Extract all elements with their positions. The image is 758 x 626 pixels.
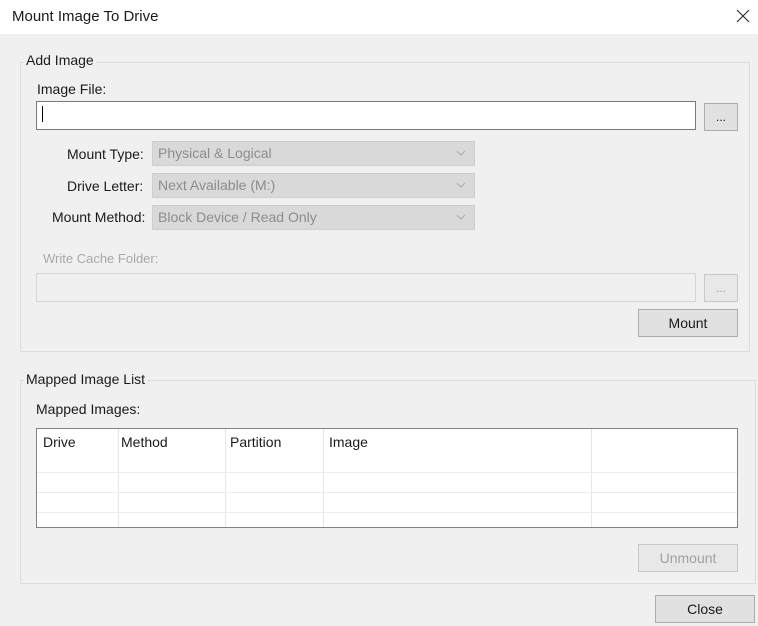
column-divider — [323, 429, 324, 527]
mount-method-value: Block Device / Read Only — [158, 209, 317, 225]
title-bar: Mount Image To Drive — [0, 0, 758, 34]
chevron-down-icon — [456, 214, 466, 220]
mapped-image-list-group-label: Mapped Image List — [24, 371, 148, 387]
drive-letter-value: Next Available (M:) — [158, 177, 276, 193]
add-image-group-label: Add Image — [24, 52, 96, 68]
write-cache-browse-button[interactable]: ... — [704, 274, 738, 302]
close-icon[interactable] — [734, 7, 752, 25]
mount-type-label: Mount Type: — [67, 146, 144, 162]
chevron-down-icon — [456, 150, 466, 156]
unmount-button[interactable]: Unmount — [638, 544, 738, 572]
column-header-method[interactable]: Method — [121, 434, 168, 450]
row-divider — [37, 512, 737, 513]
row-divider — [37, 492, 737, 493]
mount-type-select[interactable]: Physical & Logical — [152, 141, 475, 166]
write-cache-folder-label: Write Cache Folder: — [43, 251, 159, 266]
mount-button[interactable]: Mount — [638, 309, 738, 337]
image-file-browse-button[interactable]: ... — [704, 103, 738, 131]
write-cache-folder-input[interactable] — [36, 273, 696, 302]
mount-method-select[interactable]: Block Device / Read Only — [152, 205, 475, 230]
column-divider — [225, 429, 226, 527]
mapped-images-label: Mapped Images: — [36, 401, 141, 417]
column-header-partition[interactable]: Partition — [230, 434, 281, 450]
column-divider — [591, 429, 592, 527]
chevron-down-icon — [456, 182, 466, 188]
column-header-image[interactable]: Image — [329, 434, 368, 450]
drive-letter-label: Drive Letter: — [67, 178, 144, 194]
drive-letter-select[interactable]: Next Available (M:) — [152, 173, 475, 198]
close-button[interactable]: Close — [655, 595, 755, 623]
mount-type-value: Physical & Logical — [158, 145, 272, 161]
image-file-input[interactable] — [36, 101, 696, 130]
image-file-label: Image File: — [37, 81, 107, 97]
window-title: Mount Image To Drive — [12, 8, 159, 25]
mount-method-label: Mount Method: — [52, 209, 146, 225]
text-caret — [42, 106, 43, 122]
mapped-images-list[interactable]: Drive Method Partition Image — [36, 428, 738, 528]
column-divider — [118, 429, 119, 527]
row-divider — [37, 472, 737, 473]
column-header-drive[interactable]: Drive — [43, 434, 76, 450]
